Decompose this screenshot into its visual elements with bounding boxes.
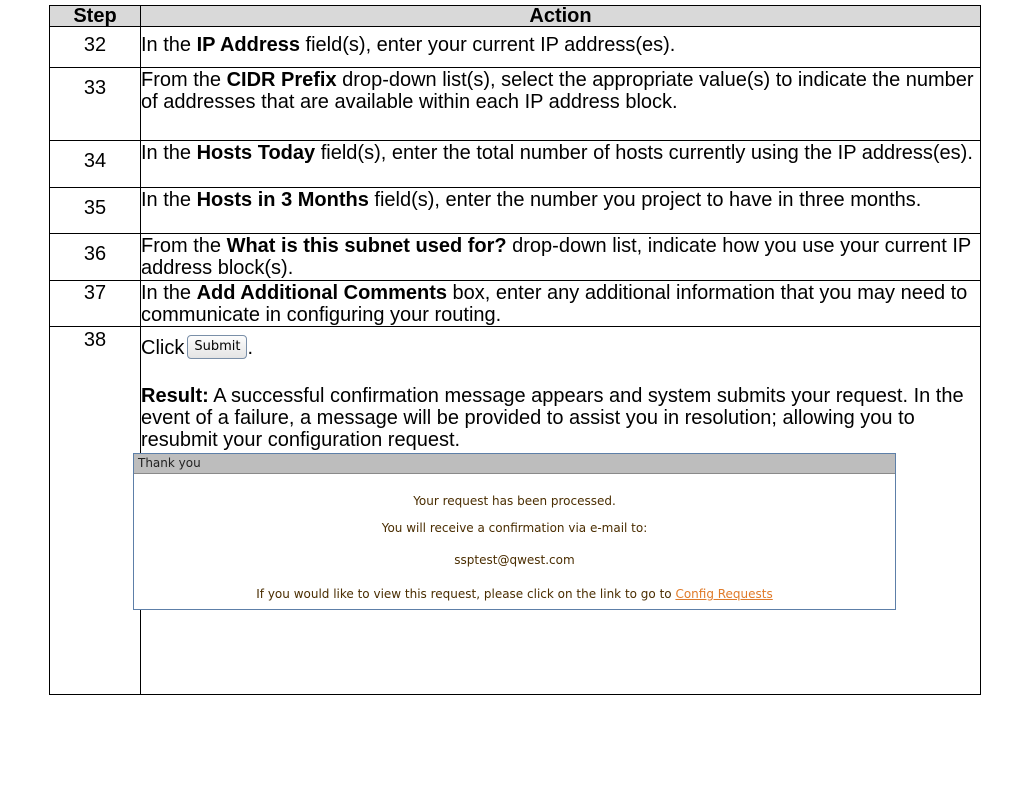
table-row: 38 Click Submit. Result: A successful con… bbox=[49, 326, 981, 695]
table-row: 33 From the CIDR Prefix drop-down list(s… bbox=[49, 67, 981, 141]
step-column-header: Step bbox=[49, 5, 141, 27]
confirmation-message: You will receive a confirmation via e-ma… bbox=[381, 521, 648, 535]
config-requests-link[interactable]: Config Requests bbox=[675, 587, 772, 601]
step-number: 37 bbox=[83, 282, 107, 304]
step-number: 36 bbox=[83, 243, 107, 265]
step-number: 33 bbox=[83, 77, 107, 99]
step-action: In the Hosts in 3 Months field(s), enter… bbox=[140, 187, 981, 234]
step-action: From the CIDR Prefix drop-down list(s), … bbox=[140, 67, 981, 141]
submit-button[interactable]: Submit bbox=[187, 335, 248, 359]
field-name: Add Additional Comments bbox=[196, 282, 447, 304]
result-label: Result: bbox=[141, 385, 209, 407]
table-row: 35 In the Hosts in 3 Months field(s), en… bbox=[49, 187, 981, 234]
field-name: Hosts in 3 Months bbox=[196, 189, 369, 211]
procedure-table: Step Action 32 In the IP Address field(s… bbox=[49, 5, 981, 695]
click-instruction: Click Submit. bbox=[141, 335, 254, 359]
step-number: 34 bbox=[83, 150, 107, 172]
field-name: CIDR Prefix bbox=[226, 69, 337, 91]
step-number: 38 bbox=[83, 329, 107, 351]
step-action: Click Submit. Result: A successful confir… bbox=[133, 326, 981, 695]
step-number: 32 bbox=[83, 34, 107, 56]
action-column-header: Action bbox=[140, 5, 981, 27]
table-row: 37 In the Add Additional Comments box, e… bbox=[49, 280, 981, 327]
result-description: Result: A successful confirmation messag… bbox=[141, 385, 964, 451]
step-action: In the Add Additional Comments box, ente… bbox=[140, 280, 981, 327]
field-name: What is this subnet used for? bbox=[226, 235, 507, 257]
table-row: 32 In the IP Address field(s), enter you… bbox=[49, 26, 981, 68]
table-row: 36 From the What is this subnet used for… bbox=[49, 233, 981, 281]
step-action: In the Hosts Today field(s), enter the t… bbox=[140, 140, 981, 188]
processed-message: Your request has been processed. bbox=[413, 494, 616, 508]
step-action: In the IP Address field(s), enter your c… bbox=[140, 26, 981, 68]
confirmation-panel: Thank you Your request has been processe… bbox=[133, 453, 896, 610]
email-address: ssptest@qwest.com bbox=[454, 553, 575, 567]
field-name: Hosts Today bbox=[196, 142, 316, 164]
table-header-row: Step Action bbox=[49, 5, 981, 27]
field-name: IP Address bbox=[196, 34, 300, 56]
step-number: 35 bbox=[83, 197, 107, 219]
panel-title: Thank you bbox=[134, 454, 895, 474]
step-action: From the What is this subnet used for? d… bbox=[140, 233, 981, 281]
view-request-message: If you would like to view this request, … bbox=[256, 587, 773, 601]
table-row: 34 In the Hosts Today field(s), enter th… bbox=[49, 140, 981, 188]
